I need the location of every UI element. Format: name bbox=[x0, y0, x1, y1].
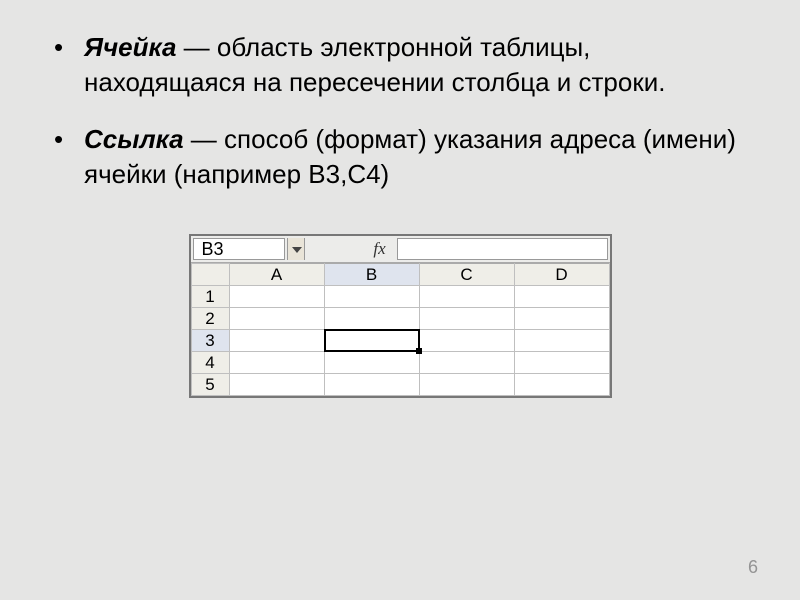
spreadsheet-figure: B3 fx A B C D 1 2 bbox=[189, 234, 612, 398]
row-4[interactable]: 4 bbox=[191, 352, 229, 374]
cell-B5[interactable] bbox=[324, 374, 419, 396]
formula-bar-spacer bbox=[305, 236, 365, 262]
fill-handle[interactable] bbox=[416, 348, 422, 354]
col-A[interactable]: A bbox=[229, 264, 324, 286]
col-D[interactable]: D bbox=[514, 264, 609, 286]
cell-A3[interactable] bbox=[229, 330, 324, 352]
cell-D4[interactable] bbox=[514, 352, 609, 374]
cell-B4[interactable] bbox=[324, 352, 419, 374]
cell-C4[interactable] bbox=[419, 352, 514, 374]
col-B[interactable]: B bbox=[324, 264, 419, 286]
cell-A4[interactable] bbox=[229, 352, 324, 374]
cell-D1[interactable] bbox=[514, 286, 609, 308]
bullet-ref-def: Ссылка — способ (формат) указания адреса… bbox=[50, 122, 750, 192]
cell-C3[interactable] bbox=[419, 330, 514, 352]
formula-input[interactable] bbox=[397, 238, 608, 260]
term-ref: Ссылка bbox=[84, 124, 184, 154]
cell-D5[interactable] bbox=[514, 374, 609, 396]
cell-C1[interactable] bbox=[419, 286, 514, 308]
bullet-cell-def: Ячейка — область электронной таблицы, на… bbox=[50, 30, 750, 100]
term-cell: Ячейка bbox=[84, 32, 176, 62]
formula-bar: B3 fx bbox=[191, 236, 610, 263]
cell-A2[interactable] bbox=[229, 308, 324, 330]
row-2[interactable]: 2 bbox=[191, 308, 229, 330]
cell-B3[interactable] bbox=[324, 330, 419, 352]
cell-D2[interactable] bbox=[514, 308, 609, 330]
page-number: 6 bbox=[748, 557, 758, 578]
row-3[interactable]: 3 bbox=[191, 330, 229, 352]
select-all-corner[interactable] bbox=[191, 264, 229, 286]
row-1[interactable]: 1 bbox=[191, 286, 229, 308]
fx-icon[interactable]: fx bbox=[365, 236, 395, 262]
cell-B1[interactable] bbox=[324, 286, 419, 308]
cell-A1[interactable] bbox=[229, 286, 324, 308]
row-5[interactable]: 5 bbox=[191, 374, 229, 396]
cell-C2[interactable] bbox=[419, 308, 514, 330]
name-box-dropdown[interactable] bbox=[287, 238, 305, 260]
cell-C5[interactable] bbox=[419, 374, 514, 396]
cell-B2[interactable] bbox=[324, 308, 419, 330]
cell-A5[interactable] bbox=[229, 374, 324, 396]
cell-D3[interactable] bbox=[514, 330, 609, 352]
name-box[interactable]: B3 bbox=[193, 238, 285, 260]
col-C[interactable]: C bbox=[419, 264, 514, 286]
cell-grid: A B C D 1 2 3 bbox=[191, 263, 610, 396]
